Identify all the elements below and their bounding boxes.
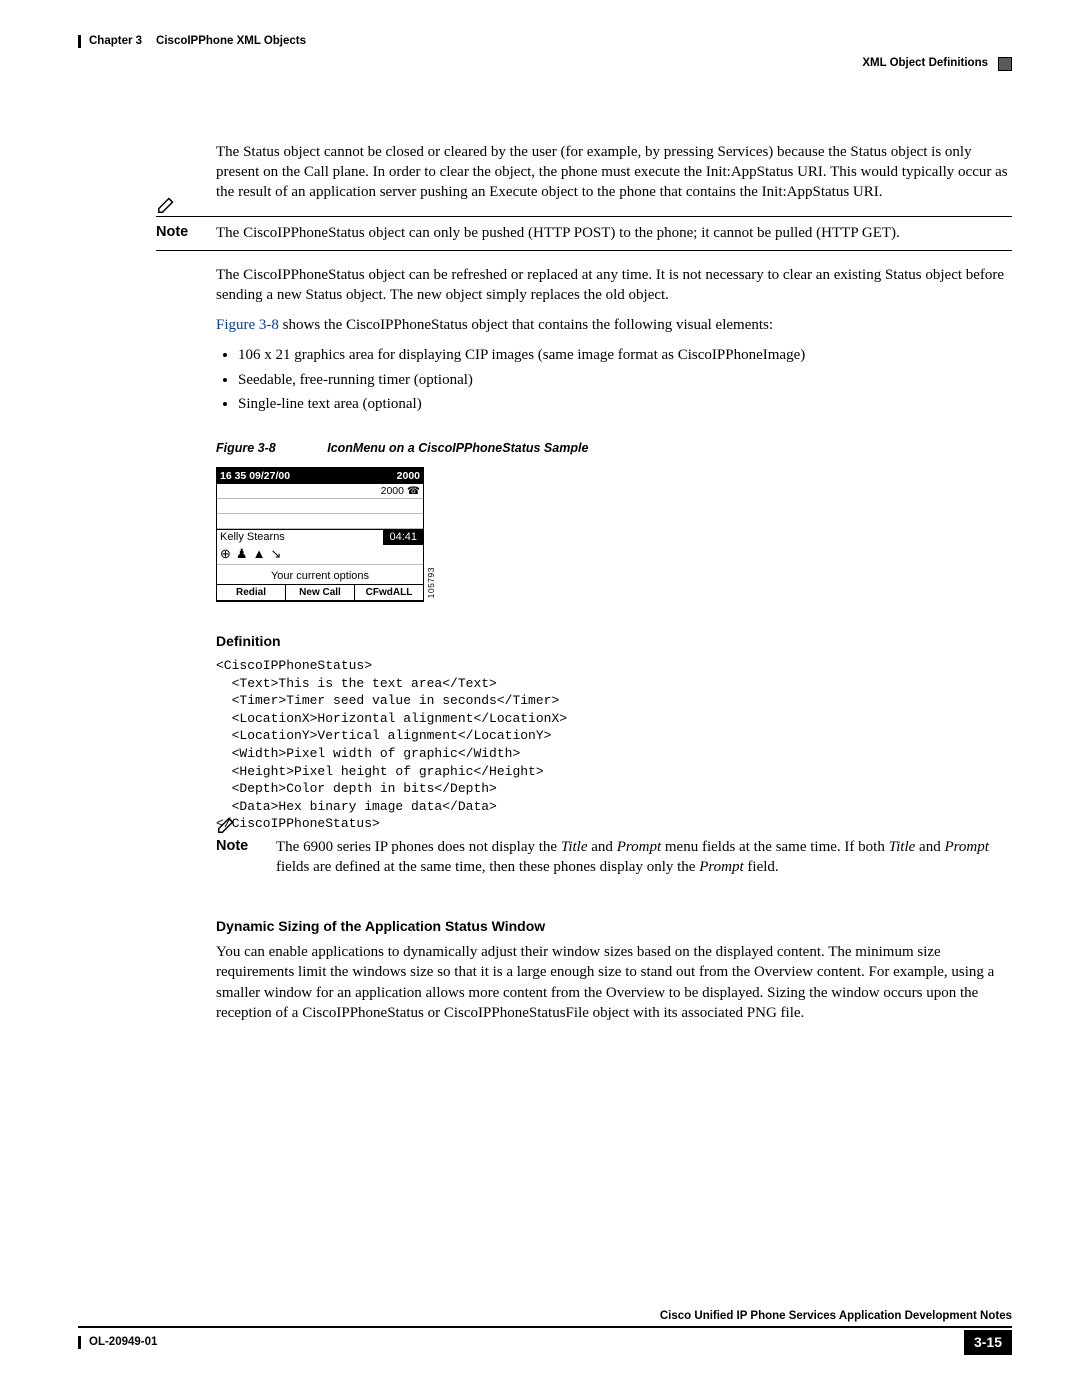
- paragraph: The Status object cannot be closed or cl…: [216, 142, 1012, 203]
- softkey: New Call: [286, 585, 355, 601]
- screen-line: [217, 499, 423, 514]
- header-right: XML Object Definitions: [862, 34, 1012, 72]
- page-number: 3-15: [964, 1330, 1012, 1355]
- note-label: Note: [156, 223, 198, 243]
- phone-icon: ☎: [407, 485, 420, 497]
- screen-ext2: 2000 ☎: [381, 484, 420, 498]
- list-item: Seedable, free-running timer (optional): [238, 370, 1012, 390]
- paragraph: Figure 3-8 shows the CiscoIPPhoneStatus …: [216, 315, 1012, 335]
- screen-datetime: 16 35 09/27/00: [220, 469, 290, 483]
- paragraph: The CiscoIPPhoneStatus object can be ref…: [216, 265, 1012, 306]
- paragraph-text: shows the CiscoIPPhoneStatus object that…: [279, 317, 773, 333]
- screen-options-text: Your current options: [217, 565, 423, 584]
- screen-timer: 04:41: [383, 530, 423, 545]
- footer-docnum: OL-20949-01: [89, 1335, 157, 1351]
- chapter-title: CiscoIPPhone XML Objects: [156, 34, 306, 50]
- screen-icon-row: ⊕ ♟ ▲ ↘: [217, 545, 423, 565]
- screen-line: [217, 514, 423, 529]
- screen-ext: 2000: [397, 469, 420, 483]
- definition-heading: Definition: [216, 632, 1012, 651]
- list-item: 106 x 21 graphics area for displaying CI…: [238, 345, 1012, 365]
- figure-caption: Figure 3-8 IconMenu on a CiscoIPPhoneSta…: [216, 440, 1012, 457]
- screen-line: 2000 ☎: [217, 484, 423, 499]
- phone-screen-sample: 105793 16 35 09/27/00 2000 2000 ☎ Kelly …: [216, 467, 424, 603]
- arrow-icon: ↘: [270, 547, 281, 561]
- page-header: Chapter 3 CiscoIPPhone XML Objects XML O…: [78, 34, 1012, 72]
- globe-icon: ⊕: [220, 547, 231, 561]
- footer-left: OL-20949-01: [78, 1335, 157, 1351]
- footer-book-title: Cisco Unified IP Phone Services Applicat…: [78, 1309, 1012, 1329]
- footer-bar-icon: [78, 1336, 81, 1349]
- softkey: CFwdALL: [355, 585, 423, 601]
- figure-title: IconMenu on a CiscoIPPhoneStatus Sample: [327, 441, 588, 455]
- chapter-label: Chapter 3: [89, 34, 142, 50]
- screen-caller-name: Kelly Stearns: [217, 530, 288, 545]
- pencil-icon: [216, 813, 238, 835]
- person-icon: ♟: [236, 547, 248, 561]
- section-title: XML Object Definitions: [862, 56, 988, 72]
- header-bar-icon: [78, 35, 81, 48]
- note-body: The 6900 series IP phones does not displ…: [276, 837, 1012, 878]
- screen-softkeys: Redial New Call CFwdALL: [217, 584, 423, 601]
- section-heading: Dynamic Sizing of the Application Status…: [216, 917, 1012, 936]
- paragraph: You can enable applications to dynamical…: [216, 942, 1012, 1023]
- softkey: Redial: [217, 585, 286, 601]
- list-item: Single-line text area (optional): [238, 394, 1012, 414]
- screen-status-row: Kelly Stearns 04:41: [217, 529, 423, 545]
- figure-id: 105793: [426, 567, 437, 598]
- header-square-icon: [998, 57, 1012, 71]
- header-left: Chapter 3 CiscoIPPhone XML Objects: [78, 34, 306, 50]
- bullet-list: 106 x 21 graphics area for displaying CI…: [216, 345, 1012, 414]
- note-block: Note The CiscoIPPhoneStatus object can o…: [156, 216, 1012, 250]
- screen-top-bar: 16 35 09/27/00 2000: [217, 468, 423, 484]
- pencil-icon: [156, 193, 178, 215]
- code-block: <CiscoIPPhoneStatus> <Text>This is the t…: [216, 657, 1012, 832]
- figure-link[interactable]: Figure 3-8: [216, 317, 279, 333]
- page-footer: Cisco Unified IP Phone Services Applicat…: [78, 1309, 1012, 1355]
- note-label: Note: [216, 837, 258, 878]
- bell-icon: ▲: [253, 547, 266, 561]
- note-block: Note The 6900 series IP phones does not …: [216, 837, 1012, 878]
- figure-label: Figure 3-8: [216, 441, 276, 455]
- note-body: The CiscoIPPhoneStatus object can only b…: [216, 223, 1012, 243]
